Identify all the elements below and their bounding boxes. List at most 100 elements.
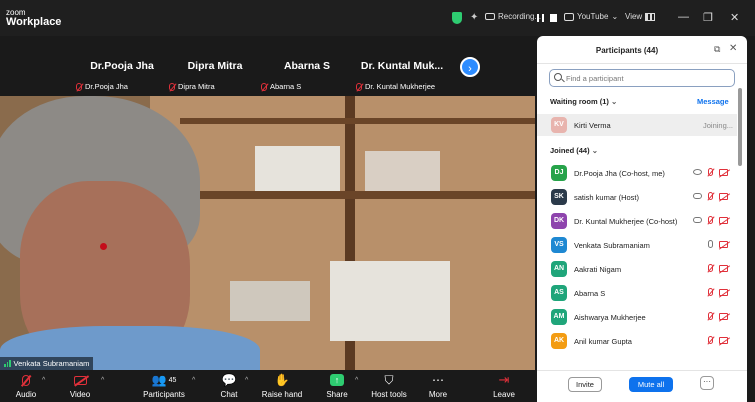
audio-label: Audio: [15, 390, 37, 399]
participant-row[interactable]: DJ Dr.Pooja Jha (Co-host, me): [537, 162, 737, 186]
muted-mic-icon[interactable]: [708, 288, 713, 296]
muted-mic-icon[interactable]: [708, 192, 713, 200]
livestream-icon: [564, 12, 574, 21]
participant-tile[interactable]: Dipra Mitra Dipra Mitra: [165, 48, 265, 94]
pause-recording-icon[interactable]: [537, 14, 544, 22]
hand-icon: ✋: [274, 373, 290, 387]
youtube-label: YouTube: [577, 12, 609, 21]
security-shield-icon[interactable]: [452, 12, 462, 24]
raise-hand-button[interactable]: ✋ Raise hand: [252, 372, 312, 399]
participant-tile[interactable]: Abarna S Abarna S: [257, 48, 357, 94]
panel-footer: Invite Mute all ···: [537, 370, 747, 402]
muted-mic-icon[interactable]: [708, 312, 713, 320]
waiting-room-header[interactable]: Waiting room (1) ⌄: [550, 97, 617, 106]
participant-name: Aishwarya Mukherjee: [574, 313, 646, 322]
participant-tile[interactable]: Dr. Kuntal Muk... Dr. Kuntal Mukherjee: [352, 48, 452, 94]
cloud-record-icon: [485, 13, 495, 20]
shelf-board: [180, 118, 535, 124]
tile-label: Dr. Kuntal Mukherjee: [356, 82, 435, 91]
participant-row[interactable]: AS Abarna S: [537, 282, 737, 306]
title-bar: zoom Workplace ✦ Recording... YouTube ⌄ …: [0, 0, 755, 36]
camera-off-icon: [719, 216, 728, 224]
participants-panel: Participants (44) ⧉ ✕ Find a participant…: [537, 36, 747, 402]
participant-name: Dr. Kuntal Mukherjee (Co-host): [574, 217, 678, 226]
minimize-icon[interactable]: —: [678, 11, 689, 23]
invite-button[interactable]: Invite: [568, 377, 602, 392]
next-page-button[interactable]: ›: [460, 57, 480, 77]
logo-bottom-text: Workplace: [6, 16, 62, 28]
panel-title: Participants (44): [595, 46, 659, 55]
participant-row[interactable]: DK Dr. Kuntal Mukherjee (Co-host): [537, 210, 737, 234]
message-waiting-room-link[interactable]: Message: [697, 97, 729, 106]
chevron-up-icon[interactable]: ^: [245, 377, 248, 384]
window-edge: [747, 36, 755, 402]
stop-recording-icon[interactable]: [550, 14, 557, 22]
participant-row[interactable]: AM Aishwarya Mukherjee: [537, 306, 737, 330]
paper-pile: [230, 281, 310, 321]
more-options-button[interactable]: ···: [700, 376, 714, 390]
joining-status: Joining...: [703, 121, 734, 130]
mic-icon[interactable]: [708, 240, 713, 248]
find-participant-input[interactable]: Find a participant: [549, 69, 735, 87]
more-button[interactable]: ⋯ More: [408, 372, 468, 399]
zoom-logo: zoom Workplace: [6, 9, 61, 28]
chat-button[interactable]: 💬 Chat: [199, 372, 259, 399]
participant-row[interactable]: AN Aakrati Nigam: [537, 258, 737, 282]
tile-name: Dr. Kuntal Muk...: [360, 60, 444, 72]
participants-button[interactable]: 👥 45 Participants: [134, 372, 194, 399]
participant-row[interactable]: VS Venkata Subramaniam: [537, 234, 737, 258]
participant-row[interactable]: AK Anil kumar Gupta: [537, 330, 737, 354]
avatar: DK: [551, 213, 567, 229]
avatar: KV: [551, 117, 567, 133]
joined-label: Joined (44): [550, 146, 590, 155]
restore-icon[interactable]: ❐: [703, 11, 713, 24]
people-icon: 👥: [151, 373, 167, 387]
participant-name: satish kumar (Host): [574, 193, 640, 202]
camera-off-icon: [719, 264, 728, 272]
mute-all-button[interactable]: Mute all: [629, 377, 673, 392]
participants-count: 45: [168, 376, 177, 384]
grid-view-icon: [645, 12, 656, 21]
share-label: Share: [326, 390, 348, 399]
chevron-up-icon[interactable]: ^: [355, 377, 358, 384]
muted-mic-icon[interactable]: [708, 168, 713, 176]
recording-eye-icon: [693, 169, 702, 175]
ai-companion-icon[interactable]: ✦: [470, 12, 478, 23]
chat-bubble-icon: 💬: [221, 373, 237, 387]
joined-header[interactable]: Joined (44) ⌄: [550, 146, 598, 155]
close-panel-icon[interactable]: ✕: [729, 43, 737, 54]
tile-label-text: Abarna S: [270, 82, 302, 91]
recording-indicator[interactable]: Recording...: [485, 12, 541, 21]
participant-name: Venkata Subramaniam: [574, 241, 650, 250]
chevron-down-icon: ⌄: [611, 12, 619, 21]
participant-name: Dr.Pooja Jha (Co-host, me): [574, 169, 665, 178]
muted-mic-icon[interactable]: [708, 264, 713, 272]
tile-label-text: Dr. Kuntal Mukherjee: [365, 82, 436, 91]
youtube-stream-button[interactable]: YouTube ⌄: [564, 12, 618, 21]
participant-row[interactable]: SK satish kumar (Host): [537, 186, 737, 210]
muted-mic-icon[interactable]: [708, 336, 713, 344]
share-arrow-icon: ↑: [330, 374, 344, 386]
tile-label: Dipra Mitra: [169, 82, 215, 91]
audio-button[interactable]: Audio: [0, 372, 56, 399]
speaker-name: Venkata Subramaniam: [13, 359, 90, 368]
cloud-icon: [693, 217, 702, 223]
chevron-up-icon[interactable]: ^: [101, 377, 104, 384]
chevron-up-icon[interactable]: ^: [42, 377, 45, 384]
panel-scrollbar[interactable]: [738, 88, 742, 166]
view-button[interactable]: View: [625, 12, 656, 21]
shelf-board: [180, 191, 535, 199]
waiting-participant-row[interactable]: KV Kirti Verma Joining...: [537, 114, 737, 136]
tile-label: Abarna S: [261, 82, 301, 91]
chevron-up-icon[interactable]: ^: [192, 377, 195, 384]
muted-mic-icon[interactable]: [708, 216, 713, 224]
zoom-window: zoom Workplace ✦ Recording... YouTube ⌄ …: [0, 0, 755, 402]
leave-button[interactable]: ⇥ Leave: [474, 372, 534, 399]
participant-tile[interactable]: Dr.Pooja Jha Dr.Pooja Jha: [72, 48, 172, 94]
pop-out-icon[interactable]: ⧉: [714, 44, 720, 55]
close-icon[interactable]: ✕: [730, 11, 739, 24]
participant-name: Aakrati Nigam: [574, 265, 622, 274]
panel-header: Participants (44) ⧉ ✕: [537, 36, 747, 64]
muted-mic-icon: [22, 374, 30, 386]
tile-name: Abarna S: [283, 60, 331, 72]
